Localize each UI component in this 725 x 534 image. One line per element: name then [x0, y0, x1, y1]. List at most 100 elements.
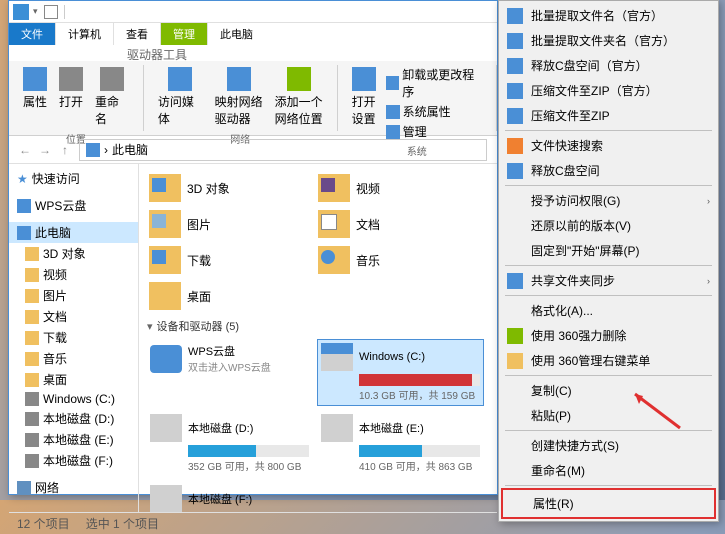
sidebar-documents[interactable]: 文档: [9, 306, 138, 327]
ribbon-netdrive[interactable]: 映射网络 驱动器: [209, 65, 269, 129]
menu-format[interactable]: 格式化(A)...: [501, 298, 716, 323]
sidebar-pictures[interactable]: 图片: [9, 285, 138, 306]
menu-copy[interactable]: 复制(C): [501, 378, 716, 403]
drives-grid: WPS云盘双击进入WPS云盘 Windows (C:) 10.3 GB 可用，共…: [147, 340, 489, 512]
drive-icon: [150, 485, 182, 512]
divider: [64, 5, 65, 19]
sidebar-quick-access[interactable]: ★快速访问: [9, 168, 138, 189]
folder-documents[interactable]: 文档: [316, 208, 481, 240]
back-button[interactable]: ←: [15, 140, 35, 160]
menu-separator: [505, 185, 712, 186]
spacer-icon: [507, 463, 523, 479]
app-icon: [507, 328, 523, 344]
menu-properties[interactable]: 属性(R): [503, 491, 714, 516]
spacer-icon: [507, 243, 523, 259]
forward-button[interactable]: →: [35, 140, 55, 160]
tab-computer[interactable]: 计算机: [56, 23, 114, 45]
drive-icon: [321, 343, 353, 371]
refresh-icon[interactable]: [44, 5, 58, 19]
folder-icon: [25, 310, 39, 324]
ribbon-media[interactable]: 访问媒体: [152, 65, 209, 129]
item-count: 12 个项目: [17, 515, 70, 532]
menu-shortcut[interactable]: 创建快捷方式(S): [501, 433, 716, 458]
ribbon-settings[interactable]: 打开 设置: [346, 65, 382, 141]
app-icon: [507, 273, 523, 289]
sidebar-desktop[interactable]: 桌面: [9, 369, 138, 390]
folder-3d[interactable]: 3D 对象: [147, 172, 312, 204]
folder-icon: [25, 331, 39, 345]
drive-e[interactable]: 本地磁盘 (E:) 410 GB 可用，共 863 GB: [318, 411, 483, 476]
annotation-highlight: 属性(R): [501, 488, 716, 519]
up-button[interactable]: ↑: [55, 140, 75, 160]
dropdown-icon[interactable]: ▾: [33, 6, 38, 17]
menu-paste[interactable]: 粘贴(P): [501, 403, 716, 428]
sidebar-video[interactable]: 视频: [9, 264, 138, 285]
folders-grid: 3D 对象 视频 图片 文档 下载 音乐 桌面: [147, 172, 489, 312]
ribbon-tabs: 文件 计算机 查看 管理 此电脑: [9, 23, 497, 45]
drive-d[interactable]: 本地磁盘 (D:) 352 GB 可用，共 800 GB: [147, 411, 312, 476]
folder-icon: [318, 246, 350, 274]
spacer-icon: [507, 383, 523, 399]
ribbon-uninstall[interactable]: 卸载或更改程序: [382, 65, 488, 101]
menu-free-c-space-official[interactable]: 释放C盘空间（官方）: [501, 53, 716, 78]
context-title: 此电脑: [208, 23, 265, 45]
main-panel: 3D 对象 视频 图片 文档 下载 音乐 桌面 设备和驱动器 (5) WPS云盘…: [139, 164, 497, 512]
ribbon-open[interactable]: 打开: [53, 65, 89, 129]
sidebar-wps[interactable]: WPS云盘: [9, 195, 138, 216]
sidebar-drive-f[interactable]: 本地磁盘 (F:): [9, 450, 138, 471]
sidebar-downloads[interactable]: 下载: [9, 327, 138, 348]
chevron-right-icon: ›: [707, 196, 710, 206]
menu-rename[interactable]: 重命名(M): [501, 458, 716, 483]
spacer-icon: [509, 496, 525, 512]
menu-share-sync[interactable]: 共享文件夹同步›: [501, 268, 716, 293]
menu-pin-start[interactable]: 固定到"开始"屏幕(P): [501, 238, 716, 263]
pc-icon: [17, 226, 31, 240]
drive-icon: [25, 433, 39, 447]
menu-separator: [505, 265, 712, 266]
address-input[interactable]: › 此电脑: [79, 139, 487, 161]
menu-zip-official[interactable]: 压缩文件至ZIP（官方）: [501, 78, 716, 103]
sidebar-3d[interactable]: 3D 对象: [9, 243, 138, 264]
status-bar: 12 个项目 选中 1 个项目: [9, 512, 497, 534]
drives-header[interactable]: 设备和驱动器 (5): [147, 318, 489, 334]
tab-manage[interactable]: 管理: [161, 23, 208, 45]
ribbon-rename[interactable]: 重命名: [89, 65, 135, 129]
drive-f[interactable]: 本地磁盘 (F:) 57.6 GB 可用，共 70.0 GB: [147, 482, 312, 512]
ribbon-sysprops[interactable]: 系统属性: [382, 102, 488, 121]
menu-restore-prev[interactable]: 还原以前的版本(V): [501, 213, 716, 238]
folder-music[interactable]: 音乐: [316, 244, 481, 276]
menu-batch-extract-folders[interactable]: 批量提取文件夹名（官方）: [501, 28, 716, 53]
sidebar-drive-c[interactable]: Windows (C:): [9, 390, 138, 408]
cloud-icon: [17, 199, 31, 213]
menu-zip[interactable]: 压缩文件至ZIP: [501, 103, 716, 128]
sidebar-network[interactable]: 网络: [9, 477, 138, 498]
spacer-icon: [507, 408, 523, 424]
menu-batch-extract-files[interactable]: 批量提取文件名（官方）: [501, 3, 716, 28]
sidebar-music[interactable]: 音乐: [9, 348, 138, 369]
ribbon-addnet[interactable]: 添加一个 网络位置: [269, 65, 329, 129]
menu-quick-search[interactable]: 文件快速搜索: [501, 133, 716, 158]
menu-360-delete[interactable]: 使用 360强力删除: [501, 323, 716, 348]
sidebar-drive-d[interactable]: 本地磁盘 (D:): [9, 408, 138, 429]
app-icon: [507, 108, 523, 124]
folder-icon: [25, 373, 39, 387]
folder-video[interactable]: 视频: [316, 172, 481, 204]
tab-view[interactable]: 查看: [114, 23, 161, 45]
menu-360-context[interactable]: 使用 360管理右键菜单: [501, 348, 716, 373]
folder-desktop[interactable]: 桌面: [147, 280, 312, 312]
folder-pictures[interactable]: 图片: [147, 208, 312, 240]
sidebar-this-pc[interactable]: 此电脑: [9, 222, 138, 243]
sidebar-drive-e[interactable]: 本地磁盘 (E:): [9, 429, 138, 450]
menu-free-c-space[interactable]: 释放C盘空间: [501, 158, 716, 183]
explorer-window: ▾ 文件 计算机 查看 管理 此电脑 驱动器工具 属性 打开 重命名 位置 访问…: [8, 0, 498, 495]
ribbon-properties[interactable]: 属性: [17, 65, 53, 129]
menu-grant-access[interactable]: 授予访问权限(G)›: [501, 188, 716, 213]
drive-wps[interactable]: WPS云盘双击进入WPS云盘: [147, 340, 312, 405]
folder-icon: [149, 246, 181, 274]
drive-icon: [25, 392, 39, 406]
folder-downloads[interactable]: 下载: [147, 244, 312, 276]
drive-icon: [25, 412, 39, 426]
usage-bar: [188, 445, 309, 457]
drive-c[interactable]: Windows (C:) 10.3 GB 可用，共 159 GB: [318, 340, 483, 405]
tab-file[interactable]: 文件: [9, 23, 56, 45]
